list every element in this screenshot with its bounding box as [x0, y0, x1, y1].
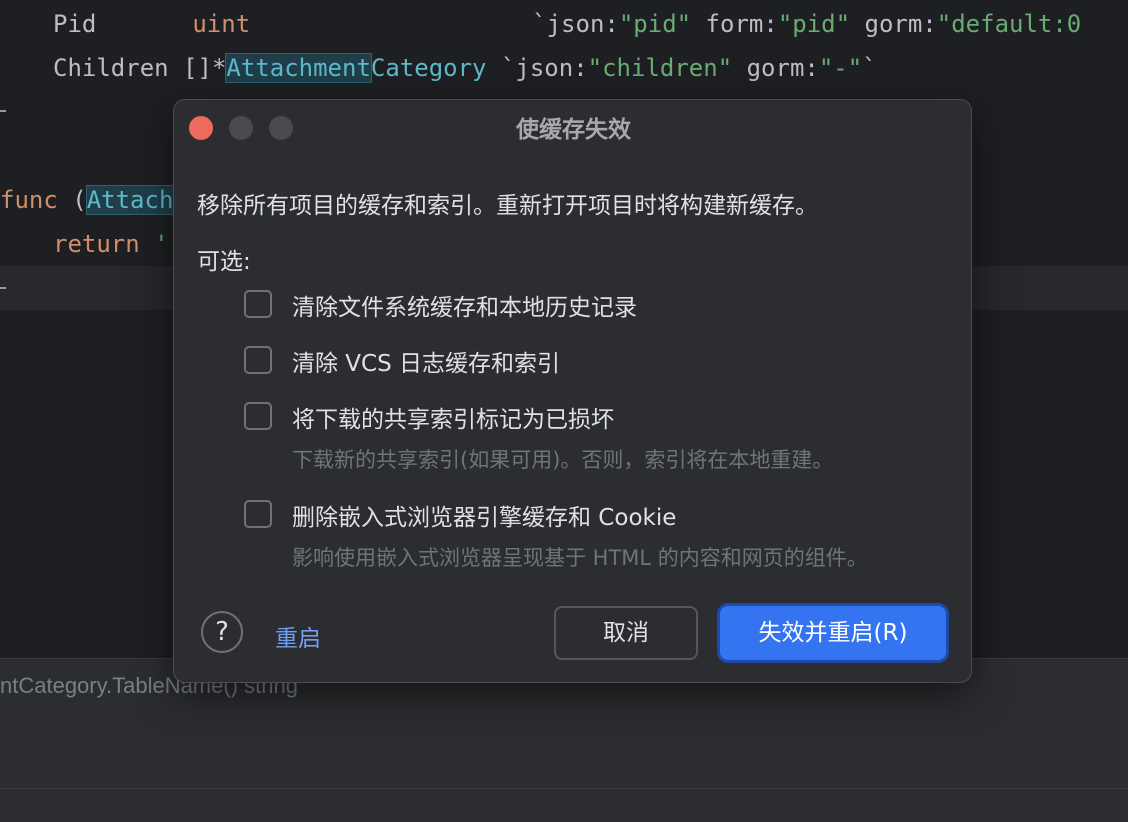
keyword: return	[53, 230, 140, 258]
struct-tag: `json:	[532, 10, 619, 38]
tag-value: "-"	[818, 54, 863, 82]
option-label[interactable]: 清除 VCS 日志缓存和索引	[292, 344, 560, 378]
checkbox[interactable]	[244, 500, 272, 528]
checkbox[interactable]	[244, 346, 272, 374]
field-type: uint	[192, 10, 251, 38]
punctuation: (	[57, 186, 87, 214]
status-bar	[0, 789, 1128, 822]
highlighted-identifier: Attach	[85, 185, 175, 215]
code-line-return[interactable]: return '	[0, 224, 169, 264]
struct-tag: form:	[691, 10, 778, 38]
field-name: Children	[53, 54, 169, 82]
tag-value: "default:0	[936, 10, 1082, 38]
struct-tag: gorm:	[850, 10, 937, 38]
code-line-func[interactable]: func (Attach	[0, 180, 175, 220]
fold-marker	[0, 110, 6, 112]
field-type: Category	[370, 54, 487, 82]
tag-value: "pid"	[618, 10, 692, 38]
help-button[interactable]: ?	[201, 611, 243, 653]
field-type: []*	[183, 54, 227, 82]
dialog-description: 移除所有项目的缓存和索引。重新打开项目时将构建新缓存。	[197, 193, 818, 219]
invalidate-and-restart-button[interactable]: 失效并重启(R)	[720, 606, 946, 660]
cancel-button[interactable]: 取消	[554, 606, 698, 660]
field-name: Pid	[53, 10, 97, 38]
fold-marker	[0, 287, 6, 289]
option-label[interactable]: 删除嵌入式浏览器引擎缓存和 Cookie	[292, 498, 676, 532]
struct-tag: gorm:	[732, 54, 819, 82]
code-line-pid[interactable]: Pid uint `json:"pid" form:"pid" gorm:"defa…	[0, 4, 1081, 44]
option-label[interactable]: 将下载的共享索引标记为已损坏	[292, 400, 614, 434]
struct-tag: `json:	[486, 54, 588, 82]
keyword: func	[0, 186, 58, 214]
checkbox[interactable]	[244, 290, 272, 318]
optional-label: 可选:	[197, 249, 251, 275]
tag-value: "children"	[587, 54, 733, 82]
checkbox[interactable]	[244, 402, 272, 430]
string-literal: '	[139, 230, 169, 258]
tag-value: "pid"	[777, 10, 851, 38]
highlighted-identifier: Attachment	[225, 53, 372, 83]
struct-tag: `	[862, 54, 877, 82]
option-label[interactable]: 清除文件系统缓存和本地历史记录	[292, 288, 637, 322]
dialog-title: 使缓存失效	[516, 117, 631, 143]
code-line-children[interactable]: Children []*AttachmentCategory `json:"ch…	[0, 48, 877, 88]
restart-link[interactable]: 重启	[275, 619, 321, 653]
invalidate-caches-dialog: 使缓存失效 移除所有项目的缓存和索引。重新打开项目时将构建新缓存。 可选: 清除…	[173, 99, 972, 683]
tool-panel	[0, 708, 1128, 789]
option-hint: 影响使用嵌入式浏览器呈现基于 HTML 的内容和网页的组件。	[292, 546, 868, 570]
option-hint: 下载新的共享索引(如果可用)。否则，索引将在本地重建。	[292, 448, 834, 472]
